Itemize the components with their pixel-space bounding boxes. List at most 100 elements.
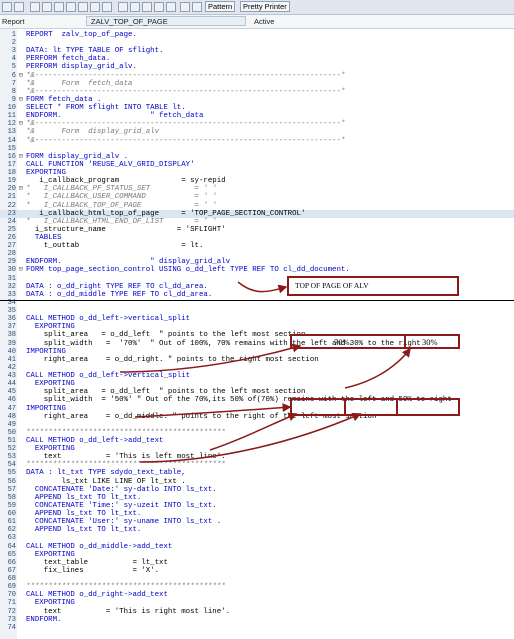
code-line[interactable]: 13 *& Form display_grid_alv (0, 128, 514, 136)
code-line[interactable]: 58 APPEND ls_txt TO lt_txt. (0, 494, 514, 502)
code-text: i_callback_program = sy-repid (26, 177, 226, 186)
code-line[interactable]: 55 DATA : lt_txt TYPE sdydo_text_table, (0, 469, 514, 477)
code-line[interactable]: 2 (0, 39, 514, 47)
split-70-label: 70%. (334, 337, 352, 347)
active-inactive-icon[interactable] (54, 2, 64, 12)
code-line[interactable]: 7 *& Form fetch_data (0, 80, 514, 88)
code-line[interactable]: 70 CALL METHOD o_dd_right->add_text (0, 591, 514, 599)
code-line[interactable]: 49 (0, 421, 514, 429)
code-line[interactable]: 64 CALL METHOD o_dd_middle->add_text (0, 543, 514, 551)
code-line[interactable]: 65 EXPORTING (0, 551, 514, 559)
code-line[interactable]: 14 *&------------------------------------… (0, 137, 514, 145)
other-object-icon[interactable] (30, 2, 40, 12)
code-line[interactable]: 27 t_outtab = lt. (0, 242, 514, 250)
code-line[interactable]: 54 **************************************… (0, 461, 514, 469)
code-line[interactable]: 63 (0, 534, 514, 542)
code-line[interactable]: 22 * I_CALLBACK_TOP_OF_PAGE = ' ' (0, 202, 514, 210)
code-text: *&--------------------------------------… (26, 120, 346, 129)
code-text: i_structure_name = 'SFLIGHT' (26, 225, 226, 234)
code-line[interactable]: 10 SELECT * FROM sflight INTO TABLE lt. (0, 104, 514, 112)
code-line[interactable]: 62 APPEND ls_txt TO lt_txt. (0, 526, 514, 534)
code-line[interactable]: 6 ⊟ *&------------------------------------… (0, 72, 514, 80)
code-line[interactable]: 9 ⊟ FORM fetch_data . (0, 96, 514, 104)
code-line[interactable]: 15 (0, 145, 514, 153)
code-line[interactable]: 26 TABLES (0, 234, 514, 242)
pretty-printer-button[interactable]: Pretty Printer (240, 1, 290, 12)
code-line[interactable]: 42 (0, 364, 514, 372)
code-line[interactable]: 12 ⊟ *&-----------------------------------… (0, 120, 514, 128)
code-line[interactable]: 21 * I_CALLBACK_USER_COMMAND = ' ' (0, 193, 514, 201)
code-line[interactable]: 3 DATA: lt TYPE TABLE OF sflight. (0, 47, 514, 55)
code-line[interactable]: 17 CALL FUNCTION 'REUSE_ALV_GRID_DISPLAY' (0, 161, 514, 169)
code-line[interactable]: 5 PERFORM display_grid_alv. (0, 63, 514, 71)
test-icon[interactable] (90, 2, 100, 12)
code-line[interactable]: 69 **************************************… (0, 583, 514, 591)
help-icon[interactable] (192, 2, 202, 12)
code-line[interactable]: 37 EXPORTING (0, 323, 514, 331)
object-list-icon[interactable] (118, 2, 128, 12)
code-text: PERFORM display_grid_alv. (26, 63, 137, 72)
layout-icon[interactable] (180, 2, 190, 12)
forward-icon[interactable] (14, 2, 24, 12)
code-line[interactable]: 73 ENDFORM. (0, 616, 514, 624)
code-line[interactable]: 23 i_callback_html_top_of_page = 'TOP_PA… (0, 209, 514, 218)
code-text: ****************************************… (26, 583, 226, 592)
code-line[interactable]: 8 *&-------------------------------------… (0, 88, 514, 96)
code-line[interactable]: 19 i_callback_program = sy-repid (0, 177, 514, 185)
code-line[interactable]: 25 i_structure_name = 'SFLIGHT' (0, 226, 514, 234)
code-line[interactable]: 16 ⊟ FORM display_grid_alv . (0, 153, 514, 161)
code-line[interactable]: 30 ⊟ FORM top_page_section_control USING o… (0, 266, 514, 274)
code-line[interactable]: 1 REPORT zalv_top_of_page. (0, 31, 514, 39)
code-line[interactable]: 67 fix_lines = 'X'. (0, 567, 514, 575)
code-line[interactable]: 61 CONCATENATE 'User:' sy-uname INTO ls_… (0, 518, 514, 526)
report-name-field[interactable]: ZALV_TOP_OF_PAGE (86, 16, 246, 26)
back-icon[interactable] (2, 2, 12, 12)
fold-marker-icon[interactable]: ⊟ (19, 153, 25, 161)
line-number: 9 (11, 95, 16, 104)
activate-icon[interactable] (78, 2, 88, 12)
code-line[interactable]: 11 ENDFORM. " fetch_data (0, 112, 514, 120)
fold-marker-icon[interactable]: ⊟ (19, 96, 25, 104)
code-line[interactable]: 72 text = 'This is right most line'. (0, 608, 514, 616)
code-line[interactable]: 18 EXPORTING (0, 169, 514, 177)
fold-marker-icon[interactable]: ⊟ (19, 120, 25, 128)
code-line[interactable]: 29 ENDFORM. " display_grid_alv (0, 258, 514, 266)
code-line[interactable]: 45 split_area = o_dd_left " points to th… (0, 388, 514, 396)
code-line[interactable]: 52 EXPORTING (0, 445, 514, 453)
fold-marker-icon[interactable]: ⊟ (19, 185, 25, 193)
code-line[interactable]: 51 CALL METHOD o_dd_left->add_text (0, 437, 514, 445)
status-text: Active (254, 17, 275, 26)
code-line[interactable]: 68 (0, 575, 514, 583)
where-used-icon[interactable] (102, 2, 112, 12)
code-line[interactable]: 66 text_table = lt_txt (0, 559, 514, 567)
fold-marker-icon[interactable]: ⊟ (19, 266, 25, 274)
code-line[interactable]: 50 **************************************… (0, 429, 514, 437)
code-line[interactable]: 20 ⊟ * I_CALLBACK_PF_STATUS_SET = ' ' (0, 185, 514, 193)
breakpoint-icon[interactable] (154, 2, 164, 12)
line-number: 38 (7, 331, 16, 340)
code-line[interactable]: 71 EXPORTING (0, 599, 514, 607)
code-line[interactable]: 60 APPEND ls_txt TO lt_txt. (0, 510, 514, 518)
code-line[interactable]: 56 ls_txt LIKE LINE OF lt_txt . (0, 478, 514, 486)
code-line[interactable]: 74 (0, 624, 514, 632)
code-line[interactable]: 57 CONCATENATE 'Date:' sy-datlo INTO ls_… (0, 486, 514, 494)
code-line[interactable]: 44 EXPORTING (0, 380, 514, 388)
display-change-icon[interactable] (42, 2, 52, 12)
code-line[interactable]: 53 text = 'This is left most line'. (0, 453, 514, 461)
code-line[interactable]: 24 * I_CALLBACK_HTML_END_OF_LIST = ' ' (0, 218, 514, 226)
code-line[interactable]: 36 CALL METHOD o_dd_left->vertical_split (0, 315, 514, 323)
check-icon[interactable] (66, 2, 76, 12)
line-number: 6 (11, 71, 16, 80)
display-object-list-icon[interactable] (142, 2, 152, 12)
code-line[interactable]: 35 (0, 307, 514, 315)
fold-marker-icon[interactable]: ⊟ (19, 72, 25, 80)
code-line[interactable]: 59 CONCATENATE 'Time:' sy-uzeit INTO ls_… (0, 502, 514, 510)
code-text: split_area = o_dd_left " points to the l… (26, 388, 306, 397)
code-line[interactable]: 4 PERFORM fetch_data. (0, 55, 514, 63)
info-icon[interactable] (166, 2, 176, 12)
code-line[interactable]: 41 right_area = o_dd_right. " points to … (0, 356, 514, 364)
navigation-icon[interactable] (130, 2, 140, 12)
code-line[interactable]: 28 (0, 250, 514, 258)
code-line[interactable]: 43 CALL METHOD o_dd_left->vertical_split (0, 372, 514, 380)
pattern-button[interactable]: Pattern (205, 1, 236, 12)
